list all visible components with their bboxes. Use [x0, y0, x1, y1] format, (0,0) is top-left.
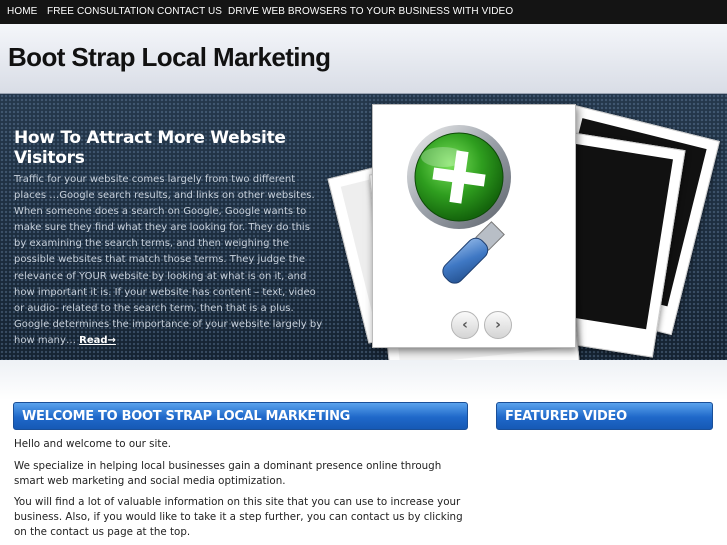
services-paragraph: We specialize in helping local businesse…: [14, 460, 442, 487]
slider-image[interactable]: [383, 113, 567, 303]
top-nav: HOME FREE CONSULTATION CONTACT US DRIVE …: [0, 0, 727, 24]
read-more-link[interactable]: Read→: [79, 335, 116, 346]
slider-image-frame: ‹ ›: [372, 104, 576, 348]
hero-title[interactable]: How To Attract More Website Visitors: [14, 128, 304, 168]
hero-slider: How To Attract More Website Visitors Tra…: [0, 94, 727, 360]
hero-excerpt: Traffic for your website comes largely f…: [14, 172, 324, 349]
chevron-right-icon: ›: [495, 317, 501, 333]
nav-contact-us[interactable]: CONTACT US: [157, 6, 222, 17]
hero-excerpt-text: Traffic for your website comes largely f…: [14, 174, 323, 346]
chevron-left-icon: ‹: [462, 317, 468, 333]
nav-home[interactable]: HOME: [7, 6, 37, 17]
welcome-paragraph: Hello and welcome to our site.: [14, 438, 172, 450]
main-content: WELCOME TO BOOT STRAP LOCAL MARKETING FE…: [0, 360, 727, 545]
info-paragraph: You will find a lot of valuable informat…: [14, 496, 463, 538]
slider-prev-button[interactable]: ‹: [451, 311, 479, 339]
magnifying-glass-plus-icon: [407, 125, 511, 284]
welcome-heading: WELCOME TO BOOT STRAP LOCAL MARKETING: [13, 402, 468, 430]
nav-free-consultation[interactable]: FREE CONSULTATION: [47, 6, 154, 17]
nav-drive-web-browsers[interactable]: DRIVE WEB BROWSERS TO YOUR BUSINESS WITH…: [228, 6, 513, 17]
site-title[interactable]: Boot Strap Local Marketing: [8, 42, 331, 73]
site-header: Boot Strap Local Marketing: [0, 24, 727, 94]
featured-video-heading: FEATURED VIDEO: [496, 402, 713, 430]
slider-next-button[interactable]: ›: [484, 311, 512, 339]
